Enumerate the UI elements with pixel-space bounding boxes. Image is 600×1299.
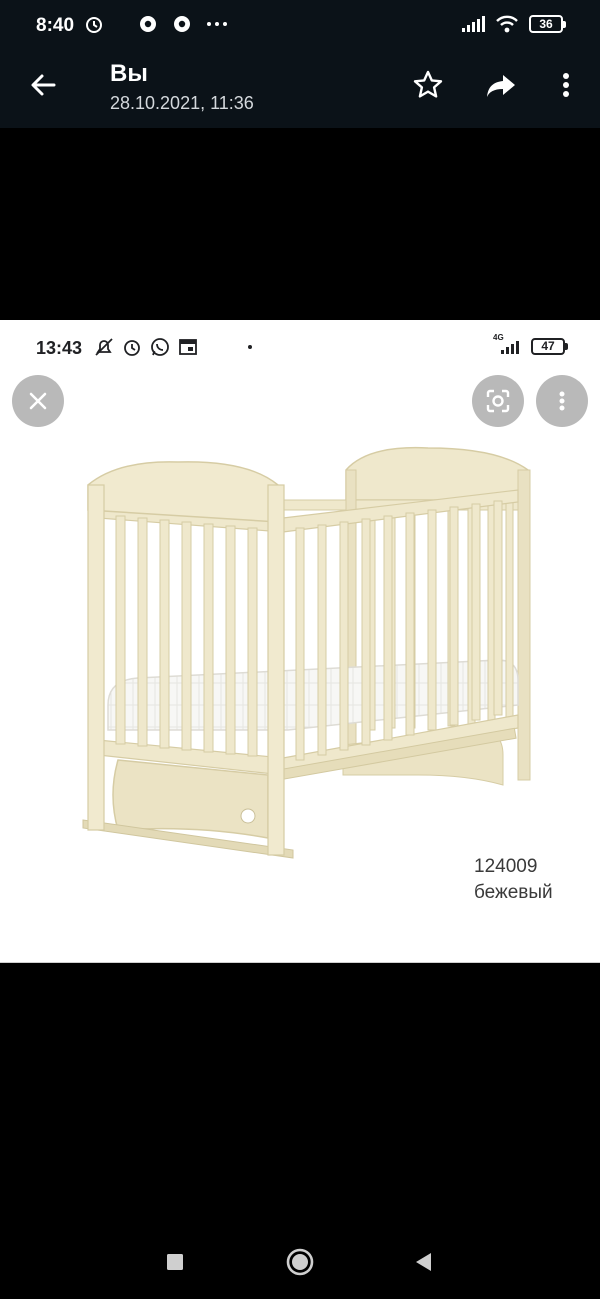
image-battery-level: 47 <box>541 339 555 353</box>
image-menu-button[interactable] <box>536 375 588 427</box>
image-status-bar: 13:43 4G 47 <box>0 320 600 370</box>
product-caption: 124009 бежевый <box>474 854 553 906</box>
system-nav-bar <box>0 1225 600 1299</box>
status-time: 8:40 <box>36 15 75 36</box>
alarm-icon <box>86 17 102 33</box>
status-bar: 8:40 36 <box>0 0 600 52</box>
app-bar: Вы 28.10.2021, 11:36 <box>0 52 600 128</box>
dot-icon <box>248 345 252 349</box>
battery-icon: 47 <box>531 337 568 355</box>
home-button[interactable] <box>283 1245 317 1279</box>
battery-icon: 36 <box>529 15 566 33</box>
crib-image <box>82 446 531 859</box>
shared-image[interactable]: 13:43 4G 47 124009 бежевый <box>0 320 600 963</box>
image-divider <box>0 962 600 963</box>
back-arrow-icon[interactable] <box>26 68 60 102</box>
overflow-menu-icon[interactable] <box>549 68 583 102</box>
wifi-icon <box>496 15 518 33</box>
lens-button[interactable] <box>472 375 524 427</box>
message-timestamp: 28.10.2021, 11:36 <box>110 93 254 113</box>
signal-icon: 4G <box>493 333 523 356</box>
share-icon[interactable] <box>484 68 518 102</box>
chrome-icon <box>174 16 190 32</box>
more-notifications-icon <box>207 22 227 26</box>
product-color: бежевый <box>474 882 553 903</box>
mute-alarm-icon <box>95 338 113 356</box>
whatsapp-icon <box>151 338 169 356</box>
close-button[interactable] <box>12 375 64 427</box>
calendar-icon <box>179 339 197 355</box>
back-icon <box>416 1253 431 1271</box>
alarm-icon <box>124 340 140 356</box>
recents-button[interactable] <box>158 1245 192 1279</box>
home-icon <box>286 1248 314 1276</box>
signal-icon <box>462 16 485 32</box>
star-icon[interactable] <box>411 68 445 102</box>
image-status-time: 13:43 <box>36 338 83 358</box>
recents-icon <box>167 1254 183 1270</box>
nav-back-button[interactable] <box>406 1245 440 1279</box>
overflow-menu-icon <box>559 391 565 411</box>
lens-icon <box>486 389 510 413</box>
battery-level: 36 <box>539 17 553 31</box>
close-icon <box>29 392 47 410</box>
chat-title: Вы <box>110 60 148 87</box>
product-code: 124009 <box>474 856 538 877</box>
chrome-icon <box>140 16 156 32</box>
